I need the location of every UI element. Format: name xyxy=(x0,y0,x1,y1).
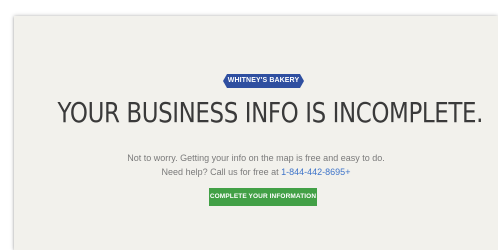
help-message-line: Need help? Call us for free at 1-844-442… xyxy=(14,166,498,178)
phone-link[interactable]: 1-844-442-8695 xyxy=(281,167,345,177)
business-name-badge: WHITNEY'S BAKERY xyxy=(223,74,304,88)
phone-suffix: + xyxy=(345,167,351,177)
page-title: YOUR BUSINESS INFO IS INCOMPLETE. xyxy=(57,96,484,129)
help-text: Need help? Call us for free at xyxy=(161,167,282,177)
complete-information-button[interactable]: COMPLETE YOUR INFORMATION xyxy=(209,188,317,206)
info-message-line-1: Not to worry. Getting your info on the m… xyxy=(127,153,385,163)
incomplete-info-card: WHITNEY'S BAKERY YOUR BUSINESS INFO IS I… xyxy=(14,16,498,250)
page: WHITNEY'S BAKERY YOUR BUSINESS INFO IS I… xyxy=(0,0,498,250)
